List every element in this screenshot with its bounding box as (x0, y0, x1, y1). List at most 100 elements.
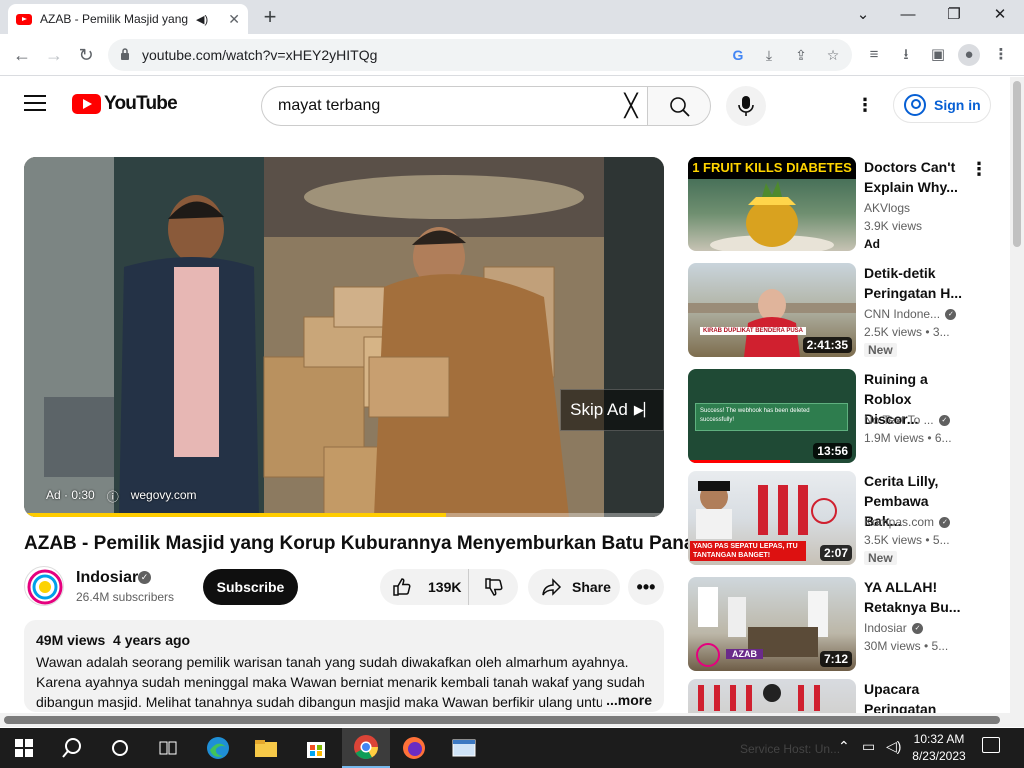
channel-name[interactable]: Indosiar (76, 569, 138, 587)
new-tab-button[interactable]: + (258, 5, 282, 29)
recommendation-title[interactable]: Doctors Can't Explain Why... (864, 157, 968, 197)
youtube-favicon-icon (16, 13, 32, 25)
recommendation-channel[interactable]: AKVlogs (864, 201, 910, 215)
minimize-button[interactable]: — (888, 4, 928, 28)
vertical-scroll-thumb[interactable] (1013, 81, 1021, 247)
profile-avatar-icon[interactable]: ● (958, 44, 980, 66)
skip-ad-button[interactable]: Skip Ad ▶▏ (560, 389, 664, 431)
video-player[interactable]: Skip Ad ▶▏ Ad · 0:30 ⓘ wegovy.com (24, 157, 664, 517)
horizontal-scroll-thumb[interactable] (4, 716, 1000, 724)
google-lens-icon[interactable]: G (728, 45, 748, 65)
video-thumbnail[interactable]: YANG PAS SEPATU LEPAS, ITU TANTANGAN BAN… (688, 471, 856, 565)
show-hidden-icons[interactable]: ⌃ (838, 738, 850, 755)
youtube-logo[interactable]: YouTube (72, 93, 178, 115)
view-count: 49M views (36, 632, 106, 648)
recommendation-item[interactable]: 1 FRUIT KILLS DIABETES Doctors Can't Exp… (688, 157, 988, 251)
recommendation-item[interactable]: YANG PAS SEPATU LEPAS, ITU TANTANGAN BAN… (688, 471, 988, 565)
verified-check-icon: ✓ (938, 415, 950, 427)
windows-start-icon[interactable] (0, 728, 48, 768)
downloads-icon[interactable]: ⭳ (895, 44, 917, 66)
install-app-icon[interactable]: ⤓ (759, 45, 779, 65)
recommendation-title[interactable]: Detik-detik Peringatan H... (864, 263, 968, 303)
chrome-menu-icon[interactable]: ⋮ (990, 44, 1012, 66)
browser-tab[interactable]: AZAB - Pemilik Masjid yang K ◀︎) ✕ (8, 4, 248, 34)
browser-tab-bar: AZAB - Pemilik Masjid yang K ◀︎) ✕ + ⌄ —… (0, 0, 1024, 34)
kebab-menu-icon[interactable]: ⋮ (970, 159, 988, 180)
hamburger-menu-icon[interactable] (24, 95, 46, 113)
recommendation-channel[interactable]: No Text To ... ✓ (864, 413, 950, 427)
like-button[interactable]: 139K (380, 569, 468, 605)
microsoft-store-icon[interactable] (292, 728, 340, 768)
vertical-scrollbar[interactable] (1010, 77, 1024, 727)
clear-search-icon[interactable]: ╳ (618, 93, 644, 119)
video-thumbnail[interactable] (688, 679, 856, 713)
recommendation-channel[interactable]: CNN Indone... ✓ (864, 307, 957, 321)
recommendation-item[interactable]: KIRAB DUPLIKAT BENDERA PUSA 2:41:35 Deti… (688, 263, 988, 357)
thumbs-down-icon (484, 578, 503, 596)
show-more-button[interactable]: ...more (602, 692, 652, 708)
recommendation-item[interactable]: AZAB 7:12 YA ALLAH! Retaknya Bu... Indos… (688, 577, 988, 671)
recommendation-channel[interactable]: Indosiar ✓ (864, 621, 924, 635)
restore-button[interactable]: ❐ (934, 4, 974, 28)
youtube-wordmark: YouTube (104, 93, 178, 114)
skip-next-icon: ▶▏ (633, 402, 654, 417)
description-box[interactable]: 49M views 4 years ago Wawan adalah seora… (24, 620, 664, 712)
recommendation-item[interactable]: Upacara Peringatan (688, 679, 988, 713)
sign-in-button[interactable]: Sign in (893, 87, 991, 123)
volume-icon[interactable]: ◁) (886, 738, 901, 755)
video-thumbnail[interactable]: 1 FRUIT KILLS DIABETES (688, 157, 856, 251)
ad-progress-bar[interactable] (24, 513, 664, 517)
video-thumbnail[interactable]: KIRAB DUPLIKAT BENDERA PUSA 2:41:35 (688, 263, 856, 357)
back-button[interactable]: ← (10, 43, 34, 67)
video-duration: 2:41:35 (802, 337, 852, 353)
recommendation-meta: 1.9M views • 6... (864, 431, 952, 445)
video-thumbnail[interactable]: AZAB 7:12 (688, 577, 856, 671)
recommendation-channel[interactable]: Kompas.com ✓ (864, 515, 951, 529)
dislike-button[interactable] (468, 569, 518, 605)
notification-center-icon[interactable] (982, 737, 1000, 753)
taskbar-search-icon[interactable] (48, 728, 96, 768)
video-duration: 2:07 (819, 545, 852, 561)
speaker-icon[interactable]: ◀︎) (196, 13, 208, 26)
address-bar[interactable]: youtube.com/watch?v=xHEY2yHITQg G ⤓ ⇪ ☆ (108, 39, 852, 71)
share-button[interactable]: Share (528, 569, 620, 605)
lock-icon (121, 48, 129, 60)
search-button[interactable] (647, 86, 711, 126)
system-clock[interactable]: 10:32 AM 8/23/2023 (908, 731, 970, 765)
parade-image (698, 684, 820, 711)
edge-icon[interactable] (194, 728, 242, 768)
background-window-label: Service Host: Un... (740, 742, 841, 756)
side-panel-icon[interactable]: ▣ (927, 44, 949, 66)
channel-avatar[interactable] (24, 566, 64, 606)
share-page-icon[interactable]: ⇪ (791, 45, 811, 65)
video-thumbnail[interactable]: Success! The webhook has been deleted su… (688, 369, 856, 463)
recommendation-title[interactable]: Upacara Peringatan (864, 679, 968, 713)
tab-search-icon[interactable]: ⌄ (843, 4, 883, 28)
forward-button[interactable]: → (42, 43, 66, 67)
share-arrow-icon (542, 578, 562, 596)
reading-list-icon[interactable]: ≡ (863, 44, 885, 66)
recommendation-item[interactable]: Success! The webhook has been deleted su… (688, 369, 988, 463)
close-window-button[interactable]: ✕ (980, 4, 1020, 28)
info-icon[interactable]: ⓘ (107, 488, 119, 505)
settings-more-icon[interactable]: ⋮ (855, 93, 875, 117)
horizontal-scrollbar[interactable] (0, 713, 1010, 727)
firefox-icon[interactable] (390, 728, 438, 768)
app-window-icon[interactable] (440, 728, 488, 768)
network-icon[interactable]: ▭ (862, 738, 875, 755)
task-view-icon[interactable] (144, 728, 192, 768)
file-explorer-icon[interactable] (242, 728, 290, 768)
recommendation-title[interactable]: YA ALLAH! Retaknya Bu... (864, 577, 968, 617)
close-tab-icon[interactable]: ✕ (228, 11, 240, 28)
toast-notification: Success! The webhook has been deleted su… (695, 403, 848, 431)
voice-search-button[interactable] (726, 86, 766, 126)
ad-domain-link[interactable]: wegovy.com (131, 488, 197, 505)
search-input[interactable]: mayat terbang ╳ (261, 86, 648, 126)
cortana-icon[interactable] (96, 728, 144, 768)
subscribe-button[interactable]: Subscribe (203, 569, 298, 605)
bookmark-star-icon[interactable]: ☆ (823, 45, 843, 65)
chrome-icon[interactable] (342, 728, 390, 768)
more-actions-icon[interactable]: ••• (628, 569, 664, 605)
reload-button[interactable]: ↻ (74, 43, 98, 67)
sign-in-label: Sign in (934, 97, 981, 113)
